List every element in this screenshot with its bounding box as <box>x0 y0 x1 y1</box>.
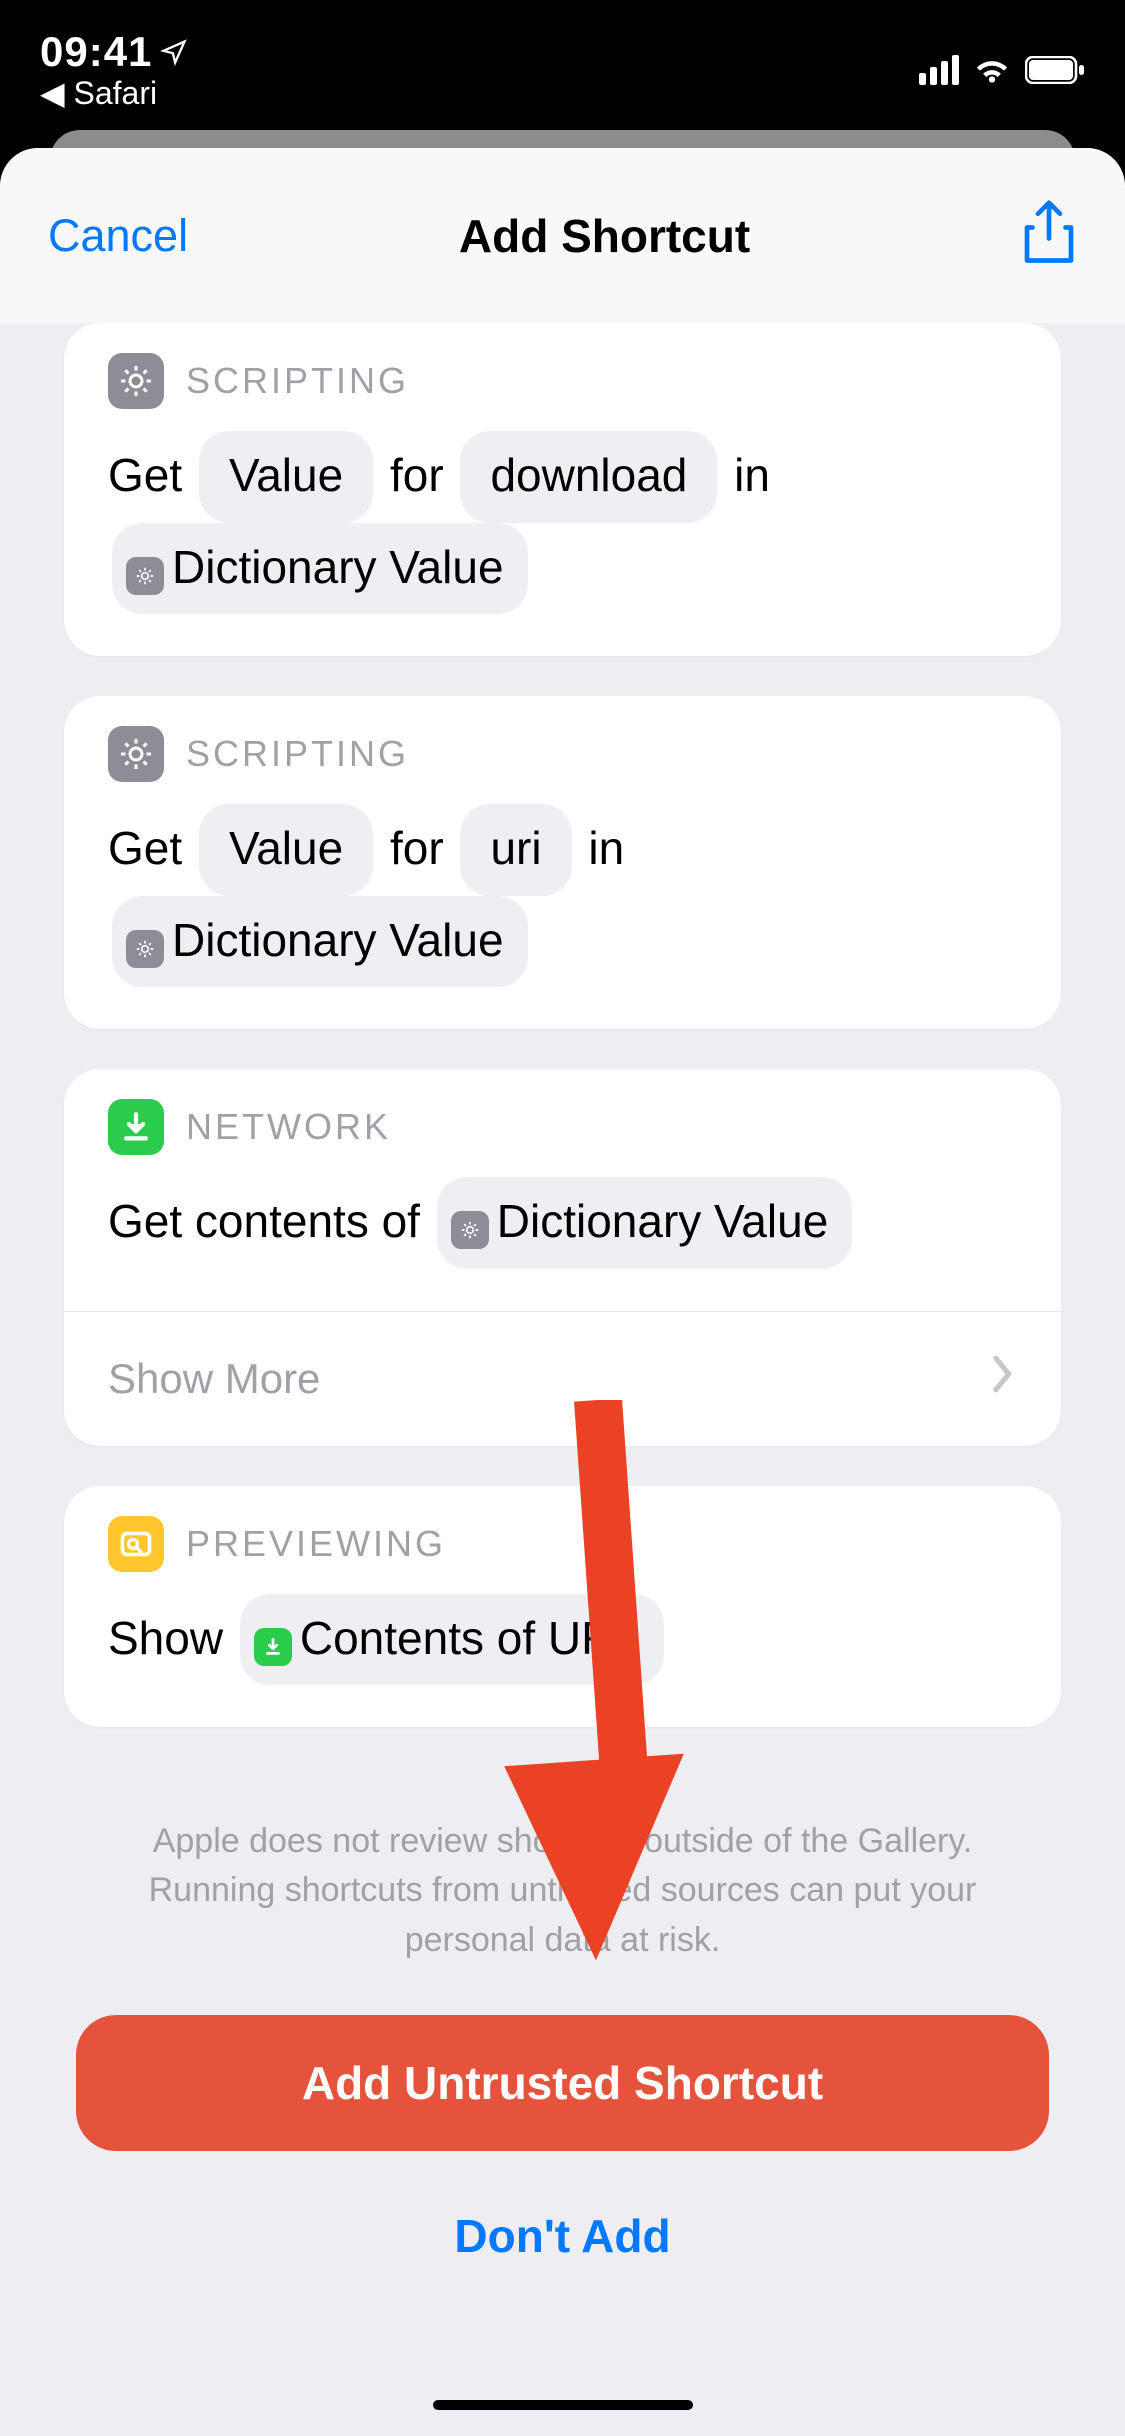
status-time: 09:41 <box>40 28 152 76</box>
share-button[interactable] <box>1021 200 1077 271</box>
dictionary-value-token[interactable]: Dictionary Value <box>437 1177 853 1269</box>
modal-nav: Cancel Add Shortcut <box>0 148 1125 323</box>
cellular-signal-icon <box>919 55 959 85</box>
back-to-app[interactable]: ◀ Safari <box>40 74 157 112</box>
preview-icon <box>108 1516 164 1572</box>
dictionary-value-token[interactable]: Dictionary Value <box>112 896 528 988</box>
home-indicator[interactable] <box>433 2400 693 2410</box>
category-label: SCRIPTING <box>186 360 409 402</box>
untrusted-warning-text: Apple does not review shortcuts outside … <box>64 1767 1061 2015</box>
add-shortcut-modal: Cancel Add Shortcut SCRIPTING <box>0 148 1125 2436</box>
contents-of-url-token[interactable]: Contents of URL <box>240 1594 664 1686</box>
gear-icon <box>108 726 164 782</box>
category-label: NETWORK <box>186 1106 391 1148</box>
key-token[interactable]: download <box>460 431 717 523</box>
action-description: Get Value for download in Dictionary Val… <box>108 431 1017 614</box>
action-card-get-contents-url: NETWORK Get contents of Dictionary Value… <box>64 1069 1061 1446</box>
value-token[interactable]: Value <box>199 431 373 523</box>
location-arrow-icon <box>160 38 188 71</box>
category-label: PREVIEWING <box>186 1523 446 1565</box>
modal-title: Add Shortcut <box>459 209 750 263</box>
add-untrusted-shortcut-button[interactable]: Add Untrusted Shortcut <box>76 2015 1049 2151</box>
chevron-right-icon <box>989 1354 1017 1404</box>
cancel-button[interactable]: Cancel <box>48 210 188 262</box>
action-description: Get Value for uri in Dictionary Value <box>108 804 1017 987</box>
action-description: Get contents of Dictionary Value <box>108 1177 1017 1269</box>
battery-icon <box>1025 56 1085 84</box>
dictionary-value-token[interactable]: Dictionary Value <box>112 523 528 615</box>
download-icon <box>108 1099 164 1155</box>
action-card-get-value-download: SCRIPTING Get Value for download in Dict… <box>64 323 1061 656</box>
dont-add-button[interactable]: Don't Add <box>64 2195 1061 2277</box>
gear-icon <box>108 353 164 409</box>
action-description: Show Contents of URL <box>108 1594 1017 1686</box>
status-bar: 09:41 ◀ Safari <box>0 0 1125 140</box>
show-more-label: Show More <box>108 1355 320 1403</box>
value-token[interactable]: Value <box>199 804 373 896</box>
action-card-get-value-uri: SCRIPTING Get Value for uri in Dictionar… <box>64 696 1061 1029</box>
category-label: SCRIPTING <box>186 733 409 775</box>
show-more-row[interactable]: Show More <box>64 1311 1061 1446</box>
action-card-show-preview: PREVIEWING Show Contents of URL <box>64 1486 1061 1728</box>
wifi-icon <box>973 55 1011 85</box>
key-token[interactable]: uri <box>460 804 571 896</box>
